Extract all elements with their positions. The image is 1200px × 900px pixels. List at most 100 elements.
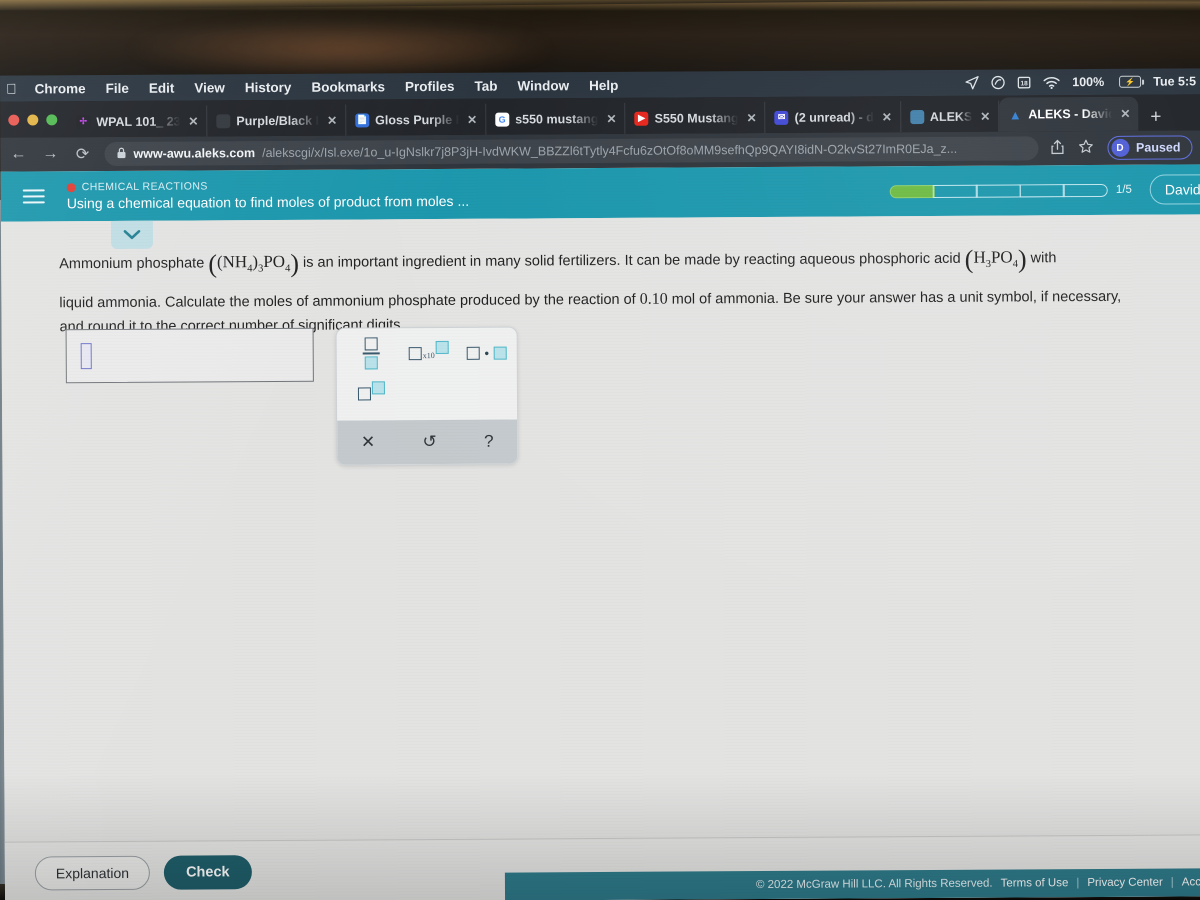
exponent-button[interactable] — [349, 376, 393, 410]
avatar: D — [1110, 138, 1130, 157]
progress-indicator: 1/5 — [889, 183, 1132, 198]
tab-title: WPAL 101_ 23 — [96, 114, 181, 129]
question-text-part: Ammonium phosphate — [59, 255, 205, 273]
check-button[interactable]: Check — [163, 854, 252, 890]
chevron-down-icon — [123, 230, 141, 240]
menu-item-tab[interactable]: Tab — [464, 78, 507, 93]
minimize-window-button[interactable] — [27, 113, 39, 125]
apple-icon[interactable]:  — [0, 81, 25, 97]
multiply-button[interactable]: • — [465, 336, 509, 370]
copyright-text: © 2022 McGraw Hill LLC. All Rights Reser… — [755, 877, 993, 892]
share-icon[interactable] — [1050, 139, 1064, 158]
close-tab-button[interactable]: ✕ — [604, 111, 618, 125]
battery-percent-label: 100% — [1072, 74, 1105, 90]
palette-footer: ✕ ↺ ? — [337, 419, 518, 465]
mail-icon: ✉ — [774, 110, 789, 125]
menu-item-profiles[interactable]: Profiles — [395, 78, 465, 93]
tab-title: s550 mustang — [515, 111, 599, 127]
tab-title: Gloss Purple B — [375, 112, 460, 127]
tab-title: Purple/Black I — [236, 113, 320, 128]
tab-title: ALEKS — [929, 109, 973, 124]
wifi-icon[interactable] — [1043, 76, 1060, 89]
progress-segment — [889, 184, 935, 198]
explanation-button[interactable]: Explanation — [34, 855, 151, 890]
new-tab-button[interactable]: + — [1138, 107, 1171, 131]
forward-button[interactable]: → — [40, 145, 60, 163]
close-tab-button[interactable]: ✕ — [978, 109, 992, 123]
footer-separator: | — [1170, 876, 1174, 889]
user-menu-button[interactable]: David ▾ — [1149, 174, 1200, 205]
url-host: www-awu.aleks.com — [133, 146, 256, 161]
privacy-center-link[interactable]: Privacy Center — [1087, 877, 1162, 889]
close-tab-button[interactable]: ✕ — [880, 110, 894, 124]
topic-kicker: CHEMICAL REACTIONS — [66, 179, 469, 194]
footer-separator: | — [1076, 877, 1080, 890]
close-tab-button[interactable]: ✕ — [465, 112, 479, 126]
question-amount-value: 0.10 — [639, 290, 668, 309]
address-bar[interactable]: www-awu.aleks.com/alekscgi/x/Isl.exe/1o_… — [104, 136, 1039, 167]
aleks-header: CHEMICAL REACTIONS Using a chemical equa… — [0, 164, 1200, 222]
creative-cloud-icon[interactable] — [991, 75, 1005, 90]
close-tab-button[interactable]: ✕ — [186, 114, 200, 128]
toolbar-actions: D Paused — [1050, 135, 1193, 160]
wpal-icon: ✢ — [76, 114, 91, 129]
answer-row: x10 • ✕ ↺ ? — [65, 326, 519, 468]
close-tab-button[interactable]: ✕ — [745, 111, 759, 125]
menubar-clock[interactable]: Tue 5:5 — [1153, 74, 1196, 88]
calendar-icon[interactable]: 18 — [1017, 75, 1031, 89]
browser-tab-strip: ✢ WPAL 101_ 23 ✕ Purple/Black I ✕ 📄 Glos… — [0, 94, 1200, 138]
browser-tab-active[interactable]: ▲ ALEKS - David ✕ — [999, 96, 1139, 132]
aleks-icon — [909, 109, 924, 124]
menu-item-chrome[interactable]: Chrome — [25, 81, 96, 96]
browser-tab[interactable]: Purple/Black I ✕ — [207, 104, 347, 137]
accessibility-link[interactable]: Acc — [1182, 876, 1200, 888]
reload-button[interactable]: ⟳ — [72, 144, 92, 164]
back-button[interactable]: ← — [8, 145, 28, 163]
profile-chip[interactable]: D Paused — [1106, 135, 1193, 160]
scientific-notation-button[interactable]: x10 — [407, 336, 451, 370]
topic-label: CHEMICAL REACTIONS — [81, 180, 208, 194]
menu-item-help[interactable]: Help — [579, 77, 628, 92]
tab-title: (2 unread) - d — [794, 109, 874, 125]
lock-icon — [116, 146, 126, 161]
laptop-photo:  Chrome File Edit View History Bookmark… — [0, 0, 1200, 900]
window-traffic-lights — [4, 101, 67, 137]
menu-item-edit[interactable]: Edit — [139, 80, 185, 95]
question-paragraph-1: Ammonium phosphate ((NH4)3PO4) is an imp… — [59, 239, 1149, 286]
palette-button-grid: x10 • — [337, 328, 518, 421]
generic-icon — [216, 113, 231, 128]
help-button[interactable]: ? — [484, 432, 494, 452]
browser-tab[interactable]: 📄 Gloss Purple B ✕ — [346, 103, 487, 136]
question-text-part: with — [1030, 250, 1057, 267]
header-right-area: 1/5 David ▾ — [889, 164, 1200, 216]
browser-tab[interactable]: ✢ WPAL 101_ 23 ✕ — [67, 105, 208, 138]
aleks-page: CHEMICAL REACTIONS Using a chemical equa… — [0, 164, 1200, 900]
fraction-button[interactable] — [349, 336, 393, 370]
location-arrow-icon[interactable] — [965, 76, 979, 90]
math-symbol-palette: x10 • ✕ ↺ ? — [335, 326, 519, 466]
undo-button[interactable]: ↺ — [422, 432, 436, 452]
menu-item-view[interactable]: View — [184, 80, 235, 95]
menu-item-bookmarks[interactable]: Bookmarks — [301, 79, 395, 95]
terms-of-use-link[interactable]: Terms of Use — [1001, 877, 1069, 889]
menu-item-window[interactable]: Window — [507, 78, 579, 93]
clear-button[interactable]: ✕ — [361, 432, 375, 452]
laptop-screen:  Chrome File Edit View History Bookmark… — [0, 68, 1200, 900]
battery-charging-icon: ⚡ — [1119, 75, 1142, 88]
hamburger-menu-icon[interactable] — [19, 187, 49, 205]
close-tab-button[interactable]: ✕ — [325, 113, 339, 127]
close-tab-button[interactable]: ✕ — [1118, 107, 1132, 121]
menu-item-file[interactable]: File — [96, 80, 139, 95]
zoom-window-button[interactable] — [46, 113, 58, 125]
laptop-bezel-top — [0, 0, 1200, 78]
star-icon[interactable] — [1078, 139, 1093, 157]
blue-doc-icon: 📄 — [355, 112, 370, 127]
browser-tab[interactable]: ▶ S550 Mustang ✕ — [625, 101, 766, 134]
browser-tab[interactable]: G s550 mustang ✕ — [486, 102, 626, 135]
browser-tab[interactable]: ✉ (2 unread) - d ✕ — [765, 101, 901, 133]
browser-tab[interactable]: ALEKS ✕ — [900, 100, 1000, 133]
answer-input[interactable] — [65, 327, 314, 384]
menu-item-history[interactable]: History — [235, 79, 302, 94]
question-text-part: is an important ingredient in many solid… — [302, 250, 961, 271]
close-window-button[interactable] — [8, 114, 20, 126]
